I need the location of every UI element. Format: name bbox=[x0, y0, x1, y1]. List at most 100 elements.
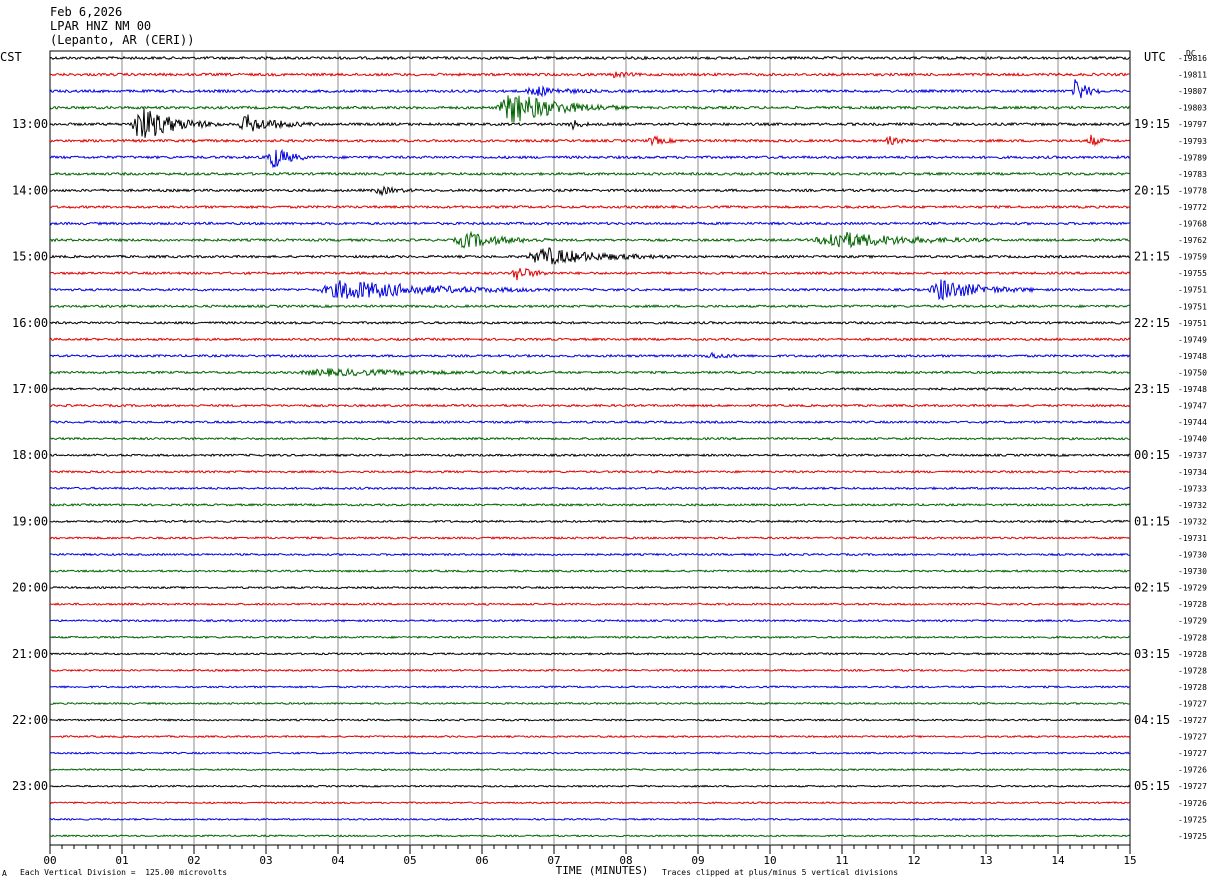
corner-mark: A bbox=[2, 869, 7, 878]
cst-hour-label: 14:00 bbox=[12, 183, 48, 197]
seismic-trace bbox=[49, 95, 1131, 123]
seismic-trace bbox=[49, 337, 1131, 342]
seismic-trace bbox=[49, 436, 1131, 441]
utc-hour-label: 23:15 bbox=[1134, 382, 1170, 396]
seismic-trace bbox=[49, 221, 1131, 226]
helicorder-plot: -19816 -19811 -19807 -19803 -19797 -19793 -197… bbox=[12, 50, 1207, 877]
seismic-trace bbox=[49, 651, 1131, 656]
dc-offset-label: -19730 bbox=[1178, 551, 1207, 560]
dc-offset-label: -19733 bbox=[1178, 484, 1207, 493]
dc-offset-label: -19732 bbox=[1178, 517, 1207, 526]
dc-offset-label: -19751 bbox=[1178, 319, 1207, 328]
plot-frame bbox=[49, 50, 1131, 846]
seismic-trace bbox=[49, 536, 1131, 540]
dc-offset-label: -19768 bbox=[1178, 220, 1207, 229]
dc-offset-label: -19730 bbox=[1178, 567, 1207, 576]
dc-offset-label: -19725 bbox=[1178, 832, 1207, 841]
cst-hour-label: 15:00 bbox=[12, 250, 48, 264]
dc-offset-label: -19803 bbox=[1178, 104, 1207, 113]
dc-offset-label: -19755 bbox=[1178, 269, 1207, 278]
x-tick-label: 13 bbox=[979, 854, 992, 867]
utc-hour-label: 22:15 bbox=[1134, 316, 1170, 330]
seismic-trace bbox=[49, 204, 1131, 210]
dc-offset-label: -19728 bbox=[1178, 633, 1207, 642]
utc-hour-label: 03:15 bbox=[1134, 647, 1170, 661]
utc-hour-label: 20:15 bbox=[1134, 183, 1170, 197]
dc-offset-label: -19727 bbox=[1178, 716, 1207, 725]
seismic-trace bbox=[49, 367, 1131, 377]
dc-offset-label: -19728 bbox=[1178, 650, 1207, 659]
seismic-trace bbox=[49, 834, 1131, 838]
seismic-trace bbox=[49, 668, 1131, 673]
seismic-trace bbox=[49, 469, 1131, 474]
seismic-trace bbox=[50, 519, 1131, 524]
seismic-trace bbox=[49, 351, 1131, 359]
dc-offset-label: -19732 bbox=[1178, 501, 1207, 510]
seismic-trace bbox=[49, 148, 1131, 169]
seismic-trace bbox=[49, 635, 1131, 640]
x-tick-label: 02 bbox=[187, 854, 200, 867]
dc-offset-label: -19793 bbox=[1178, 137, 1207, 146]
seismic-trace bbox=[49, 718, 1131, 722]
seismic-trace bbox=[49, 569, 1130, 574]
seismic-trace bbox=[49, 486, 1131, 491]
utc-hour-label: 05:15 bbox=[1134, 779, 1170, 793]
dc-offset-label: -19750 bbox=[1178, 368, 1207, 377]
dc-offset-label: -19816 bbox=[1178, 54, 1207, 63]
x-tick-label: 03 bbox=[259, 854, 272, 867]
dc-offset-label: -19725 bbox=[1178, 815, 1207, 824]
seismic-trace bbox=[49, 602, 1131, 606]
seismic-trace bbox=[49, 817, 1131, 821]
seismic-trace bbox=[49, 768, 1131, 772]
dc-offset-label: -19747 bbox=[1178, 402, 1207, 411]
seismic-trace bbox=[49, 171, 1131, 177]
seismic-trace bbox=[49, 784, 1131, 788]
cst-hour-label: 16:00 bbox=[12, 316, 48, 330]
dc-offset-label: -19728 bbox=[1178, 683, 1207, 692]
seismic-trace bbox=[49, 304, 1131, 309]
seismic-trace bbox=[49, 801, 1131, 805]
x-tick-label: 00 bbox=[43, 854, 56, 867]
x-tick-label: 04 bbox=[331, 854, 345, 867]
seismic-trace bbox=[49, 751, 1131, 755]
dc-offset-label: -19727 bbox=[1178, 699, 1207, 708]
dc-offset-label: -19728 bbox=[1178, 666, 1207, 675]
dc-offset-label: -19740 bbox=[1178, 435, 1207, 444]
dc-offset-label: -19737 bbox=[1178, 451, 1207, 460]
cst-hour-label: 17:00 bbox=[12, 382, 48, 396]
dc-offset-label: -19783 bbox=[1178, 170, 1207, 179]
utc-hour-label: 21:15 bbox=[1134, 250, 1170, 264]
dc-offset-label: -19759 bbox=[1178, 253, 1207, 262]
dc-offset-label: -19751 bbox=[1178, 286, 1207, 295]
seismic-trace bbox=[49, 267, 1131, 281]
x-axis-label: TIME (MINUTES) bbox=[556, 864, 649, 877]
cst-hour-label: 21:00 bbox=[12, 647, 48, 661]
dc-offset-label: -19748 bbox=[1178, 385, 1207, 394]
dc-offset-label: -19734 bbox=[1178, 468, 1207, 477]
seismic-trace bbox=[49, 134, 1131, 147]
seismic-trace bbox=[49, 502, 1131, 507]
seismic-trace bbox=[49, 185, 1130, 197]
scale-note: Each Vertical Division = 125.00 microvol… bbox=[20, 868, 228, 877]
seismic-trace bbox=[49, 420, 1131, 425]
seismic-trace bbox=[49, 403, 1131, 408]
utc-hour-label: 01:15 bbox=[1134, 514, 1170, 528]
seismic-trace bbox=[49, 685, 1131, 689]
utc-hour-label: 04:15 bbox=[1134, 713, 1170, 727]
seismic-trace bbox=[49, 320, 1131, 325]
cst-hour-label: 22:00 bbox=[12, 713, 48, 727]
dc-offset-label: -19749 bbox=[1178, 335, 1207, 344]
seismic-trace bbox=[49, 386, 1131, 392]
x-tick-label: 09 bbox=[691, 854, 704, 867]
seismic-trace bbox=[50, 585, 1131, 590]
x-tick-label: 05 bbox=[403, 854, 416, 867]
x-tick-label: 10 bbox=[763, 854, 776, 867]
utc-hour-label: 00:15 bbox=[1134, 448, 1170, 462]
x-tick-label: 11 bbox=[835, 854, 848, 867]
dc-offset-label: -19726 bbox=[1178, 799, 1207, 808]
dc-offset-label: -19726 bbox=[1178, 766, 1207, 775]
dc-offset-label: -19807 bbox=[1178, 87, 1207, 96]
seismic-trace bbox=[49, 453, 1131, 458]
dc-offset-label: -19778 bbox=[1178, 186, 1207, 195]
dc-offset-label: -19762 bbox=[1178, 236, 1207, 245]
